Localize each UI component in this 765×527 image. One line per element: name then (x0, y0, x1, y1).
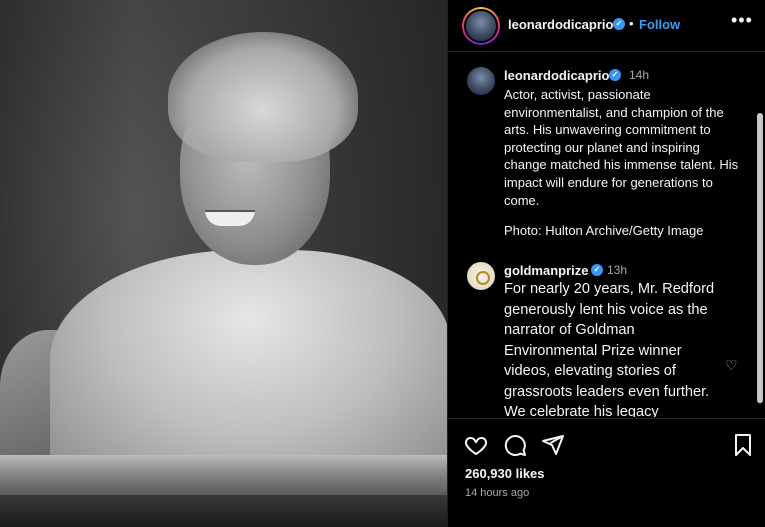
heart-icon[interactable] (464, 433, 488, 457)
likes-count[interactable]: 260,930 likes (465, 466, 545, 481)
follow-button[interactable]: Follow (639, 17, 680, 32)
comment-text: For nearly 20 years, Mr. Redford generou… (504, 281, 715, 417)
comment-username[interactable]: goldmanprize (504, 263, 589, 278)
comments-list[interactable]: leonardodicaprio ✓ 14h Actor, activist, … (448, 53, 765, 417)
comment-text: Actor, activist, passionate environmenta… (504, 87, 739, 208)
verified-icon: ✓ (613, 18, 625, 30)
photo-shirt (50, 250, 447, 480)
author-username[interactable]: leonardodicaprio (508, 17, 613, 32)
share-icon[interactable] (541, 433, 565, 457)
comment-avatar[interactable] (465, 260, 497, 292)
photo-railing (0, 455, 447, 495)
post-header: leonardodicaprio ✓ • Follow ••• (448, 0, 765, 52)
post-side-panel: leonardodicaprio ✓ • Follow ••• leonardo… (447, 0, 765, 527)
comments-scrollbar[interactable] (757, 113, 763, 405)
more-icon[interactable]: ••• (731, 10, 753, 31)
bookmark-icon[interactable] (731, 433, 755, 457)
comment-username[interactable]: leonardodicaprio (504, 68, 609, 83)
photo-credit: Photo: Hulton Archive/Getty Image (504, 223, 704, 238)
comment-icon[interactable] (503, 433, 527, 457)
verified-icon: ✓ (609, 69, 621, 81)
post-time[interactable]: 14 hours ago (465, 487, 529, 499)
comment-like-icon[interactable]: ♡ (725, 357, 738, 374)
scrollbar-thumb[interactable] (757, 113, 763, 403)
comment-time[interactable]: 14h (629, 68, 649, 82)
photo-ground (0, 495, 447, 527)
author-avatar[interactable] (464, 9, 498, 43)
verified-icon: ✓ (591, 264, 603, 276)
post-photo (0, 0, 447, 527)
post-actions: 260,930 likes 14 hours ago (448, 418, 765, 527)
comment-avatar[interactable] (465, 65, 497, 97)
separator-dot: • (629, 16, 634, 31)
photo-hair (168, 32, 358, 162)
comment-time[interactable]: 13h (607, 263, 627, 277)
author-avatar-ring[interactable] (462, 7, 500, 45)
